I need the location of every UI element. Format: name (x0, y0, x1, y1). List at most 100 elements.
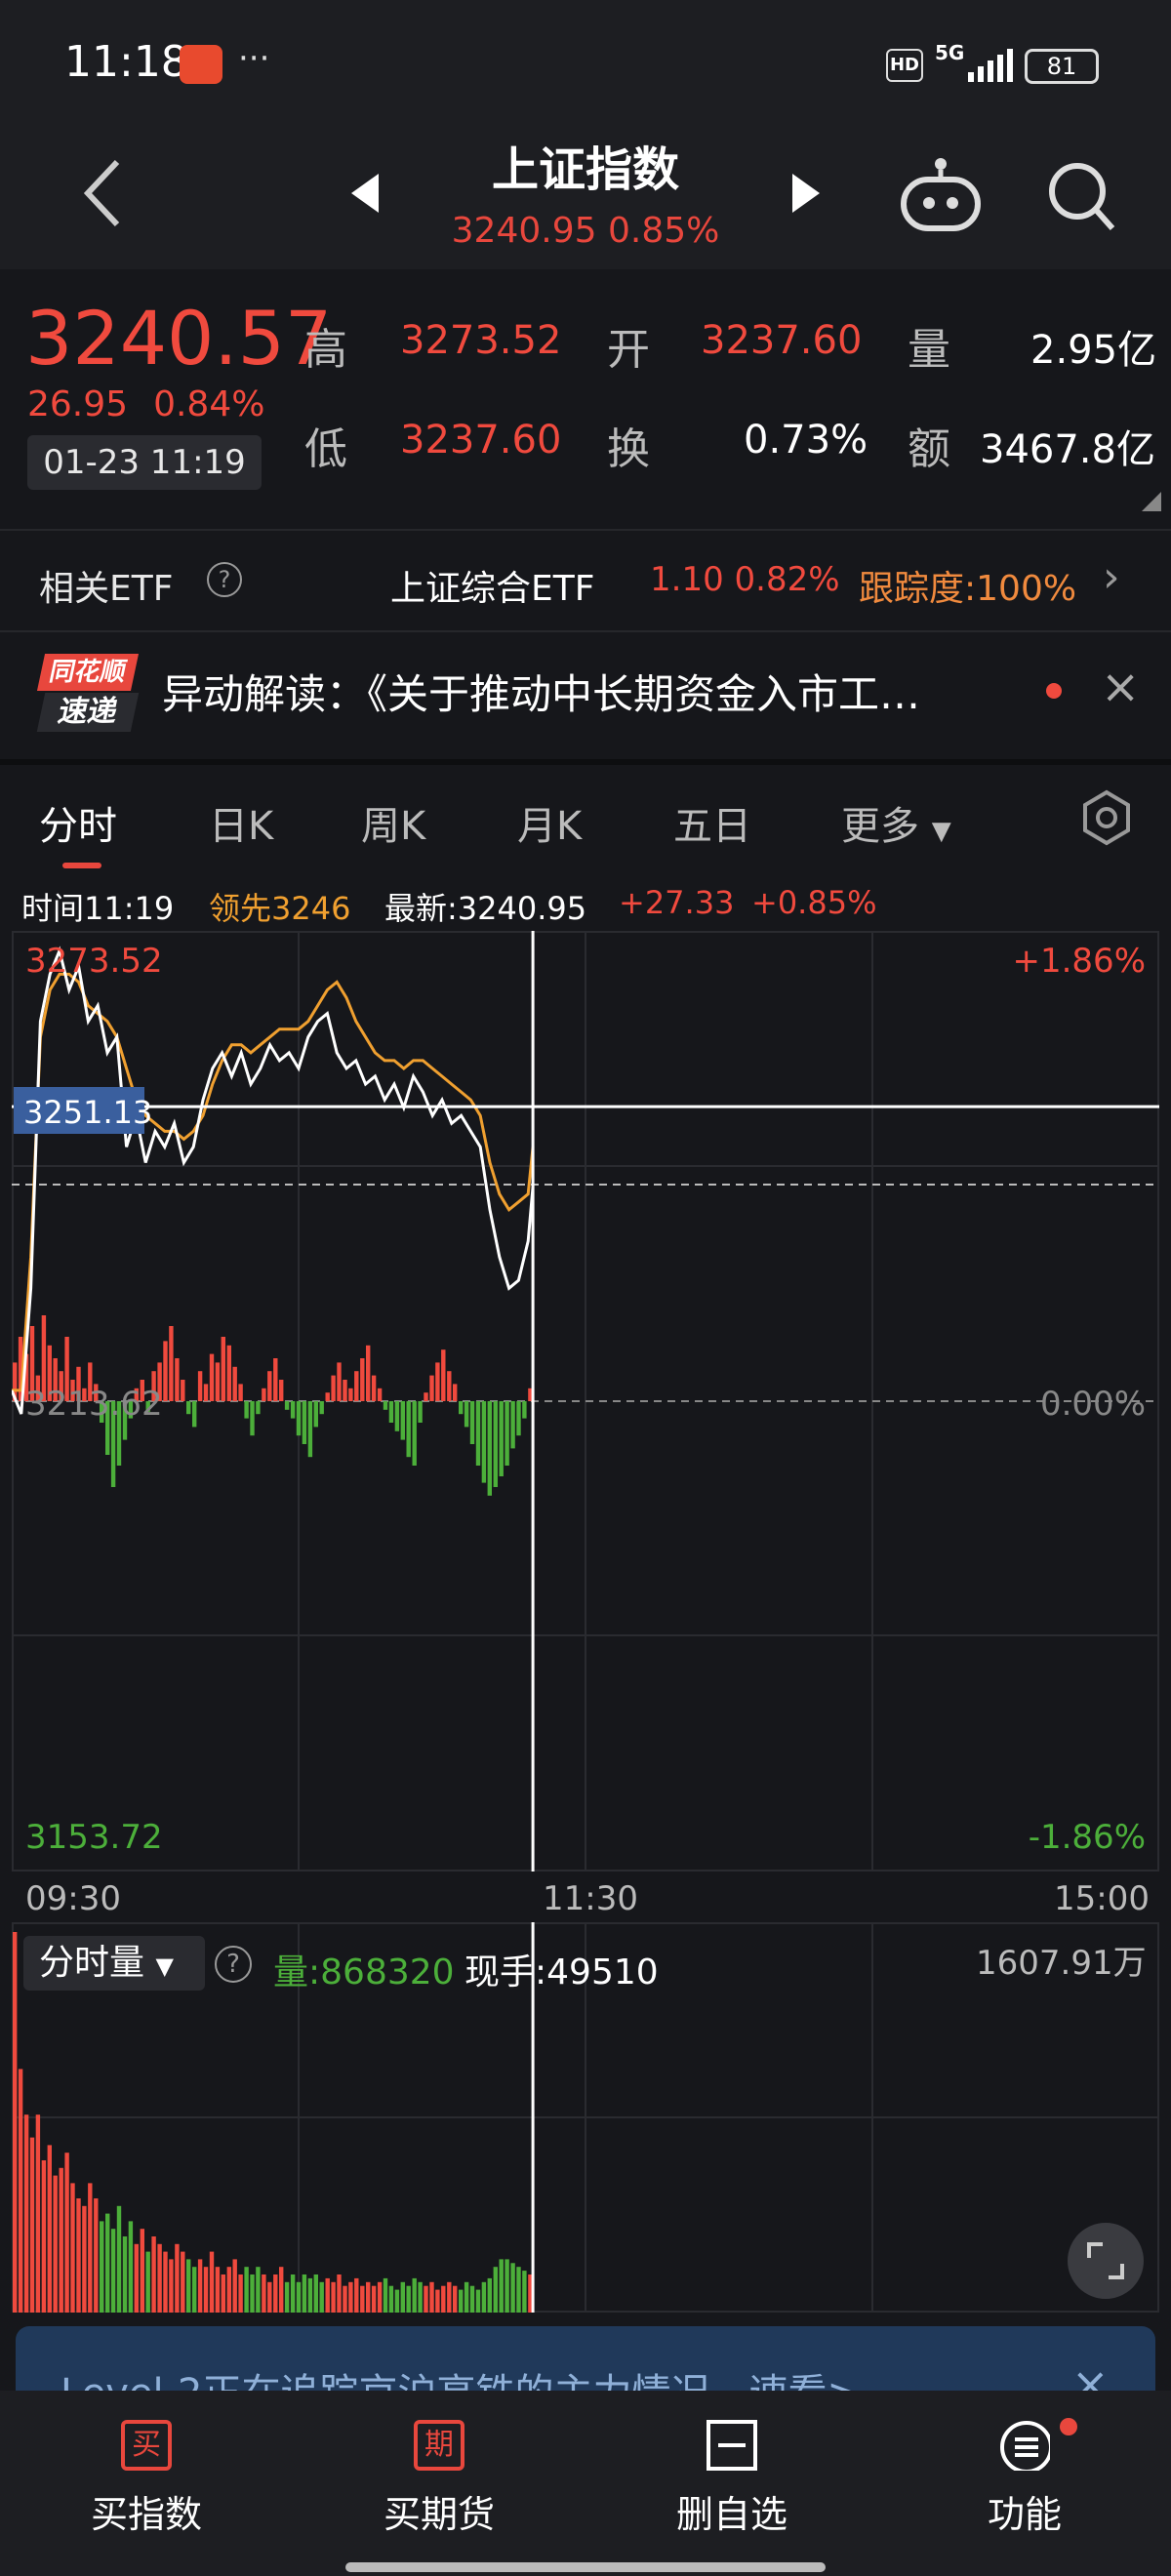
flow-bar (197, 1371, 203, 1401)
intraday-chart[interactable]: 3251.13 3273.52 +1.86% 3213.62 0.00% 315… (12, 931, 1159, 1872)
help-icon[interactable]: ? (215, 1946, 252, 1983)
quote-panel: 3240.57 26.95 0.84% 01-23 11:19 高 3273.52… (0, 269, 1171, 529)
volume-bar (337, 2274, 342, 2313)
volume-bar (447, 2281, 452, 2313)
volume-bar (94, 2198, 99, 2313)
volume-bar (262, 2274, 266, 2313)
volume-bar (279, 2267, 284, 2313)
tab-intraday[interactable]: 分时 (39, 794, 117, 851)
volume-bar (290, 2274, 296, 2313)
search-icon[interactable] (1046, 160, 1116, 234)
status-time: 11:18 (64, 37, 188, 87)
volume-bar (151, 2236, 156, 2313)
volume-bar (116, 2205, 122, 2313)
open-value: 3237.60 (701, 318, 863, 363)
related-etf-row[interactable]: 相关ETF ? 上证综合ETF 1.10 0.82% 跟踪度:100% › (0, 529, 1171, 630)
volume-bar (169, 2259, 174, 2313)
tab-daily-k[interactable]: 日K (209, 794, 273, 851)
flow-bar (429, 1375, 434, 1401)
volume-bar (145, 2251, 150, 2313)
volume-bar (510, 2263, 515, 2313)
tab-weekly-k[interactable]: 周K (361, 794, 425, 851)
prev-stock-icon[interactable] (349, 172, 383, 215)
volume-bar (140, 2229, 144, 2313)
volume-bar (383, 2277, 388, 2313)
nav-functions[interactable]: 功能 (878, 2391, 1171, 2576)
home-indicator[interactable] (345, 2562, 826, 2572)
flow-bar (256, 1401, 261, 1415)
tab-monthly-k[interactable]: 月K (517, 794, 582, 851)
volume-indicator-select[interactable]: 分时量 ▼ (23, 1936, 205, 1991)
news-text[interactable]: 异动解读：《关于推动中长期资金入市工… (162, 662, 920, 721)
info-change: +27.33 (619, 884, 735, 921)
volume-bar (505, 2259, 509, 2313)
flow-bar (244, 1401, 249, 1419)
tab-more[interactable]: 更多 ▼ (841, 794, 951, 851)
flow-bar (169, 1326, 174, 1401)
volume-bar (522, 2271, 527, 2313)
next-stock-icon[interactable] (788, 172, 822, 215)
volume-bar (319, 2281, 324, 2313)
volume-bar (435, 2289, 440, 2313)
nav-buy-index[interactable]: 买 买指数 (0, 2391, 293, 2576)
volume-bar (325, 2277, 330, 2313)
flow-bar (475, 1401, 481, 1466)
turnover-value: 0.73% (744, 418, 868, 463)
info-change-pct: +0.85% (751, 884, 877, 921)
flow-bar (499, 1401, 504, 1476)
flow-bar (394, 1401, 400, 1431)
expand-quote-icon[interactable] (1142, 492, 1161, 511)
volume-bar (499, 2259, 504, 2313)
flow-bar (181, 1380, 185, 1401)
flow-bar (273, 1358, 278, 1401)
bottom-price-label: 3153.72 (25, 1818, 163, 1857)
unread-dot (1046, 683, 1062, 699)
menu-icon (1000, 2421, 1050, 2471)
crosshair-info: 时间11:19 领先3246 最新:3240.95 +27.33 +0.85% (0, 874, 1171, 929)
volume-bar (394, 2289, 400, 2313)
flow-bar (302, 1401, 307, 1444)
volume-bar (181, 2251, 185, 2313)
volume-bar (429, 2281, 434, 2313)
volume-bar (35, 2114, 41, 2313)
robot-assistant-icon[interactable] (898, 154, 984, 234)
settings-icon[interactable] (1077, 788, 1136, 847)
tab-five-day[interactable]: 五日 (673, 794, 751, 851)
current-price: 3240.57 (25, 295, 333, 382)
back-icon[interactable] (82, 158, 125, 228)
volume-bar (47, 2145, 52, 2313)
bottom-nav: 买 买指数 期 买期货 删自选 功能 (0, 2391, 1171, 2576)
flow-bar (360, 1358, 365, 1401)
signal-icon (968, 49, 1013, 82)
flow-bar (192, 1401, 197, 1428)
volume-bar (377, 2281, 383, 2313)
nav-buy-futures[interactable]: 期 买期货 (293, 2391, 586, 2576)
volume-tab-label: 分时量 (39, 1943, 145, 1983)
volume-bar (273, 2274, 278, 2313)
volume-bar (256, 2267, 261, 2313)
help-icon[interactable]: ? (207, 562, 242, 597)
nav-remove-watchlist[interactable]: 删自选 (586, 2391, 878, 2576)
news-row[interactable]: 同花顺 速递 异动解读：《关于推动中长期资金入市工… × (0, 630, 1171, 747)
volume-bar (59, 2167, 63, 2313)
volume-bar (469, 2285, 475, 2313)
volume-bar (267, 2281, 272, 2313)
flow-bar (371, 1375, 377, 1401)
info-latest: 最新:3240.95 (384, 890, 587, 927)
amount-label: 额 (908, 424, 950, 474)
flow-bar (267, 1371, 272, 1401)
volume-bar (76, 2198, 81, 2313)
close-icon[interactable]: × (1101, 660, 1140, 714)
volume-bar (481, 2281, 487, 2313)
nav-functions-label: 功能 (987, 2493, 1062, 2536)
chart-tabs: 分时 日K 周K 月K 五日 更多 ▼ (0, 759, 1171, 868)
mid-pct-label: 0.00% (1040, 1385, 1146, 1424)
high-value: 3273.52 (400, 318, 562, 363)
flow-bar (313, 1401, 318, 1428)
fullscreen-button[interactable] (1068, 2223, 1144, 2299)
volume-bar (82, 2205, 87, 2313)
volume-bar (88, 2183, 93, 2313)
info-lead: 领先3246 (209, 890, 351, 927)
top-pct-label: +1.86% (1013, 942, 1147, 981)
volume-bar (284, 2281, 290, 2313)
